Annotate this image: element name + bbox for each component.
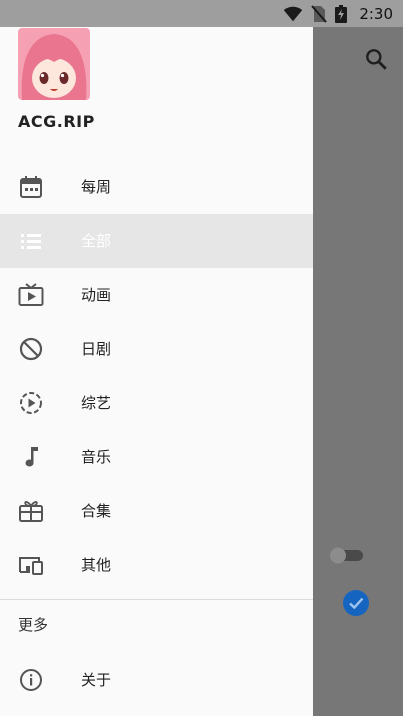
nav-item-weekly[interactable]: 每周	[0, 160, 313, 214]
search-icon[interactable]	[363, 46, 389, 72]
calendar-icon	[20, 176, 42, 198]
nav-item-label: 音乐	[81, 448, 112, 466]
devices-icon	[19, 557, 43, 575]
nav-item-label: 每周	[81, 178, 112, 196]
tv-play-icon	[18, 283, 44, 306]
status-bar: 2:30	[0, 0, 403, 27]
collection-icon	[19, 501, 43, 522]
nav-item-about[interactable]: 关于	[0, 653, 313, 707]
nav-divider	[0, 599, 313, 600]
play-circle-dashed-icon	[20, 392, 42, 414]
status-time: 2:30	[359, 5, 393, 23]
background-checkbox-icon[interactable]	[342, 589, 370, 617]
nav-item-collection[interactable]: 合集	[0, 484, 313, 538]
nav-item-all[interactable]: 全部	[0, 214, 313, 268]
nav-item-label: 综艺	[81, 394, 112, 412]
nav-item-music[interactable]: 音乐	[0, 430, 313, 484]
nav-item-other[interactable]: 其他	[0, 538, 313, 592]
nav-item-jdrama[interactable]: 日剧	[0, 322, 313, 376]
navigation-drawer: ACG.RIP 每周 全部 动画 日剧 综艺 音乐 合集 其他 更多 关于	[0, 0, 313, 716]
nav-item-label: 日剧	[81, 340, 112, 358]
battery-charging-icon	[335, 5, 348, 23]
music-note-icon	[25, 447, 38, 467]
nav-item-label: 合集	[81, 502, 112, 520]
list-icon	[21, 234, 41, 249]
wifi-icon	[284, 6, 303, 22]
block-icon	[19, 337, 43, 361]
nav-item-anime[interactable]: 动画	[0, 268, 313, 322]
nav-item-label: 关于	[81, 671, 112, 689]
nav-item-label: 全部	[81, 232, 112, 250]
app-name: ACG.RIP	[18, 112, 95, 131]
info-icon	[20, 669, 42, 691]
section-header-more: 更多	[18, 616, 49, 634]
nav-item-label: 动画	[81, 286, 112, 304]
app-avatar	[18, 28, 90, 100]
nav-item-variety[interactable]: 综艺	[0, 376, 313, 430]
no-sim-icon	[311, 5, 328, 23]
nav-item-label: 其他	[81, 556, 112, 574]
background-toggle-switch[interactable]	[329, 546, 365, 564]
